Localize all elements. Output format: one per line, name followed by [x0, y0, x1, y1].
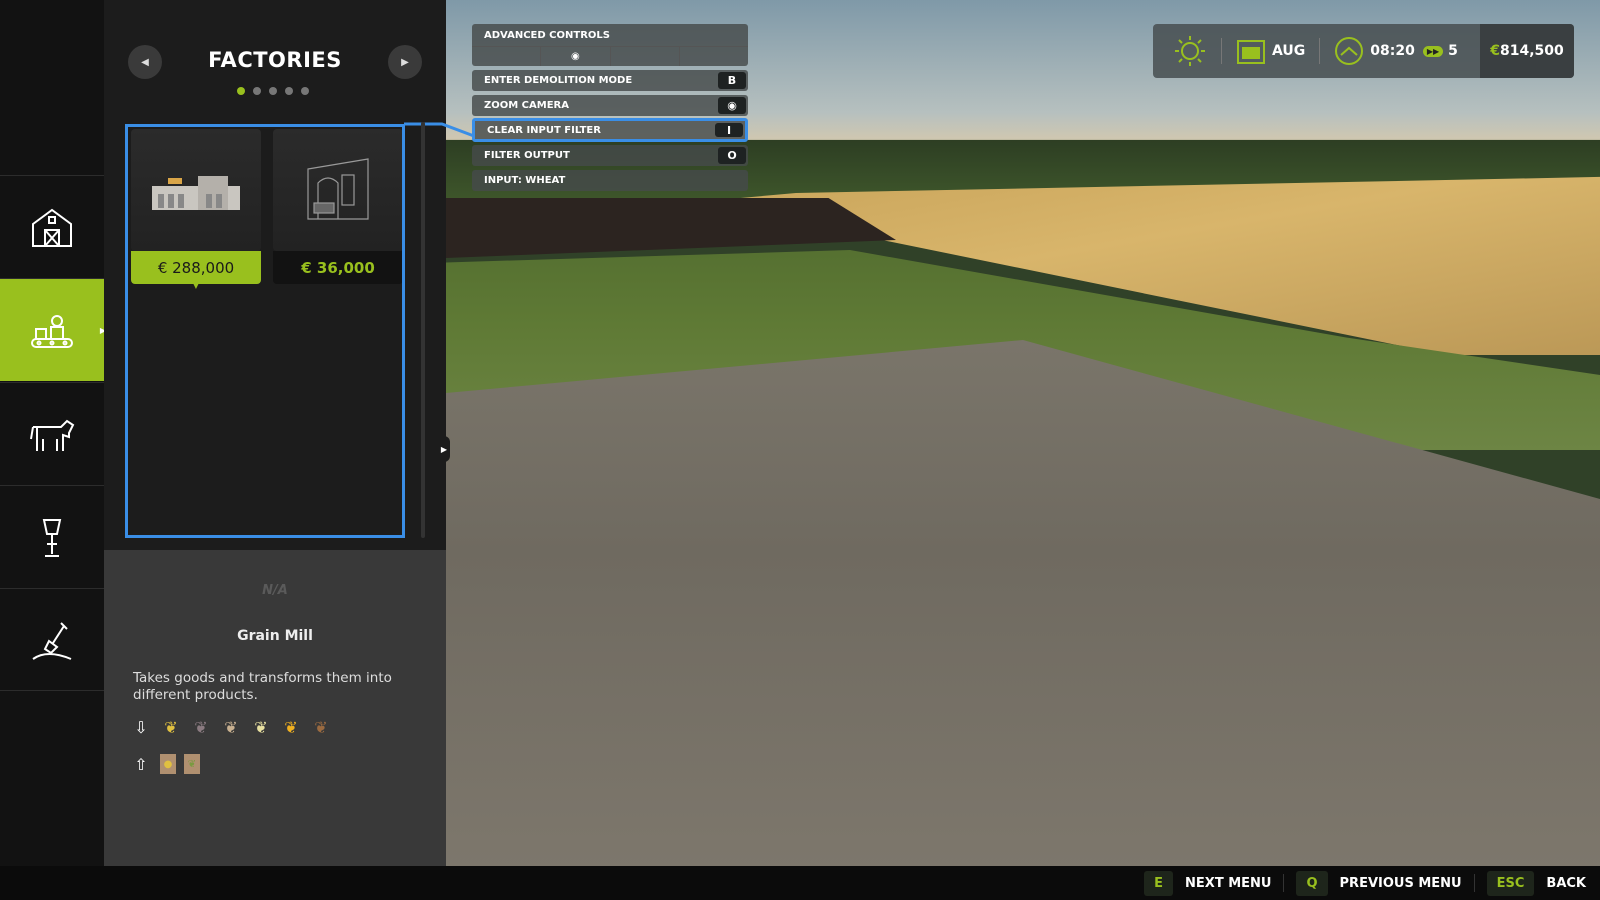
- mouse-wheel-icon: ◉: [718, 97, 746, 114]
- lamp-icon: [27, 512, 77, 562]
- page-dot[interactable]: [253, 87, 261, 95]
- page-dot[interactable]: [237, 87, 245, 95]
- sidebar-item-factories[interactable]: ▶: [0, 278, 104, 381]
- page-indicator: [237, 87, 309, 95]
- cow-icon: [27, 409, 77, 459]
- footer-bar: E NEXT MENU Q PREVIOUS MENU ESC BACK: [0, 866, 1600, 900]
- input-products: ⇩ ❦ ❦ ❦ ❦ ❦ ❦: [130, 716, 332, 738]
- top-status-bar: AUG 08:20 ▶▶ 5 €814,500: [1153, 24, 1574, 78]
- control-label: CLEAR INPUT FILTER: [487, 125, 601, 136]
- control-label: FILTER OUTPUT: [484, 150, 570, 161]
- item-status: N/A: [104, 583, 446, 598]
- expand-panel-button[interactable]: ▶: [438, 436, 450, 462]
- corn-icon: ❦: [280, 716, 302, 738]
- time-speed: 5: [1448, 43, 1458, 59]
- barn-icon: [27, 202, 77, 252]
- item-description: Takes goods and transforms them into dif…: [133, 670, 403, 704]
- current-time: 08:20: [1370, 43, 1415, 59]
- money-display: €814,500: [1480, 24, 1574, 78]
- wheat-icon: ❦: [160, 716, 182, 738]
- output-icon: ⇧: [130, 753, 152, 775]
- page-dot[interactable]: [285, 87, 293, 95]
- button-label: NEXT MENU: [1185, 876, 1271, 891]
- rice-icon: ❦: [250, 716, 272, 738]
- control-zoom-camera[interactable]: ZOOM CAMERA ◉: [472, 95, 748, 116]
- key-hint: B: [718, 72, 746, 89]
- page-dot[interactable]: [269, 87, 277, 95]
- sidebar-item-decorations[interactable]: [0, 485, 104, 588]
- mouse-wheel-icon: ◉: [541, 47, 610, 66]
- rice-flour-bag-icon: ❦: [184, 754, 200, 774]
- next-menu-button[interactable]: E NEXT MENU: [1144, 871, 1271, 896]
- highlight-connector: [400, 118, 480, 148]
- output-products: ⇧ ● ❦: [130, 753, 200, 775]
- shovel-icon: [27, 615, 77, 665]
- page-dot[interactable]: [301, 87, 309, 95]
- sidebar-item-buildings[interactable]: [0, 175, 104, 278]
- control-filter-output[interactable]: FILTER OUTPUT O: [472, 145, 748, 166]
- key-hint: ESC: [1487, 871, 1535, 896]
- sun-weather-icon: [1173, 34, 1207, 68]
- item-name: Grain Mill: [104, 628, 446, 644]
- oat-icon: ❦: [220, 716, 242, 738]
- key-hint: Q: [1296, 871, 1327, 896]
- control-label: INPUT: WHEAT: [484, 175, 565, 186]
- button-label: PREVIOUS MENU: [1340, 876, 1462, 891]
- key-hint: E: [1144, 871, 1173, 896]
- sidebar-item-animals[interactable]: [0, 382, 104, 485]
- clock-icon: [1334, 36, 1364, 66]
- sorghum-icon: ❦: [310, 716, 332, 738]
- key-hint: I: [715, 123, 743, 137]
- barley-icon: ❦: [190, 716, 212, 738]
- back-button[interactable]: ESC BACK: [1487, 871, 1586, 896]
- scrollbar[interactable]: [421, 122, 425, 538]
- sidebar-item-landscaping[interactable]: [0, 588, 104, 691]
- plowed-field: [446, 198, 896, 258]
- control-label: ENTER DEMOLITION MODE: [484, 75, 632, 86]
- calendar-icon: [1236, 37, 1266, 65]
- currency-symbol: €: [1490, 43, 1500, 59]
- next-category-button[interactable]: ▶: [388, 45, 422, 79]
- input-icon: ⇩: [130, 716, 152, 738]
- money-amount: 814,500: [1500, 43, 1564, 59]
- selection-highlight: [125, 124, 405, 538]
- current-month: AUG: [1272, 43, 1305, 59]
- control-label: ZOOM CAMERA: [484, 100, 569, 111]
- time-speed-icon[interactable]: ▶▶: [1423, 46, 1443, 57]
- key-hint: O: [718, 147, 746, 164]
- controls-icon-row: ◉: [472, 46, 748, 66]
- advanced-controls-header: ADVANCED CONTROLS: [472, 24, 748, 46]
- button-label: BACK: [1546, 876, 1586, 891]
- control-demolition-mode[interactable]: ENTER DEMOLITION MODE B: [472, 70, 748, 91]
- category-sidebar: ▶: [0, 0, 104, 866]
- control-clear-input-filter[interactable]: CLEAR INPUT FILTER I: [472, 118, 748, 142]
- previous-menu-button[interactable]: Q PREVIOUS MENU: [1296, 871, 1461, 896]
- factory-icon: [27, 305, 77, 355]
- input-filter-status: INPUT: WHEAT: [472, 170, 748, 191]
- flour-bag-icon: ●: [160, 754, 176, 774]
